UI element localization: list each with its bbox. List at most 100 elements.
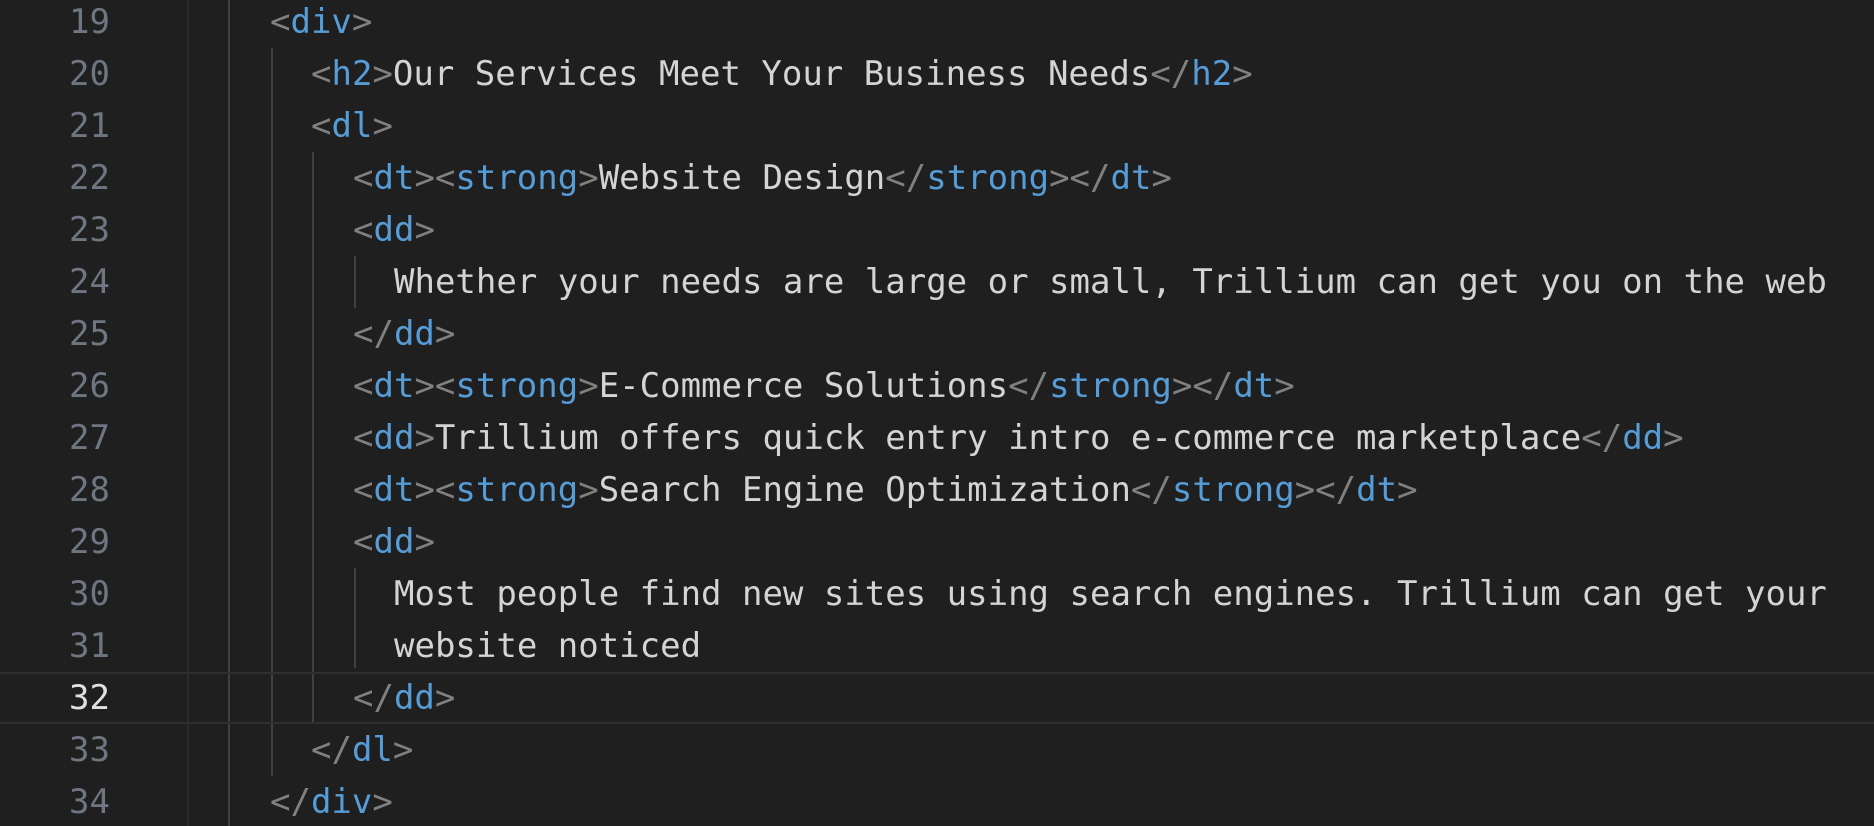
tag-name: dd	[373, 418, 415, 458]
code-line[interactable]: 30 Most people find new sites using searc…	[0, 568, 1874, 620]
tag-name: strong	[455, 366, 579, 406]
code-content: </dd>	[353, 308, 455, 360]
tag-name: h2	[331, 54, 373, 94]
code-content: <h2>Our Services Meet Your Business Need…	[311, 48, 1253, 100]
code-content: <dd>Trillium offers quick entry intro e-…	[353, 412, 1684, 464]
tag-name: dl	[351, 730, 393, 770]
tag-punctuation: >	[372, 106, 393, 146]
tag-name: dt	[373, 470, 415, 510]
tag-name: strong	[1049, 366, 1172, 406]
tag-punctuation: >	[372, 782, 393, 822]
code-content: Whether your needs are large or small, T…	[394, 256, 1827, 308]
code-line[interactable]: 32 </dd>	[0, 672, 1874, 724]
code-content: <dd>	[353, 516, 435, 568]
tag-punctuation: >	[578, 470, 599, 510]
tag-punctuation: >	[414, 522, 435, 562]
tag-name: strong	[926, 158, 1050, 198]
tag-punctuation: >	[351, 2, 373, 42]
code-line[interactable]: 34 </div>	[0, 776, 1874, 826]
tag-punctuation: >	[434, 678, 456, 718]
line-number: 27	[69, 418, 110, 458]
tag-punctuation: <	[353, 210, 374, 250]
text-token: Trillium offers quick entry intro e-comm…	[434, 418, 1582, 458]
tag-punctuation: >	[1151, 158, 1172, 198]
tag-name: dt	[1233, 366, 1275, 406]
text-token: Website Design	[598, 158, 886, 198]
tag-name: strong	[455, 470, 579, 510]
tag-name: dt	[373, 158, 415, 198]
tag-name: dd	[1622, 418, 1664, 458]
tag-punctuation: >	[434, 314, 456, 354]
code-line[interactable]: 23 <dd>	[0, 204, 1874, 256]
tag-name: dt	[1356, 470, 1398, 510]
tag-name: div	[310, 782, 373, 822]
tag-punctuation: ><	[414, 470, 456, 510]
tag-punctuation: ><	[414, 366, 456, 406]
tag-punctuation: <	[353, 158, 374, 198]
code-content: <dt><strong>E-Commerce Solutions</strong…	[353, 360, 1295, 412]
tag-punctuation: </	[1008, 366, 1050, 406]
code-content: <dl>	[311, 100, 393, 152]
code-content: </dl>	[311, 724, 413, 776]
code-content: website noticed	[394, 620, 701, 672]
tag-punctuation: <	[353, 470, 374, 510]
tag-punctuation: <	[353, 522, 374, 562]
tag-punctuation: </	[353, 678, 394, 718]
tag-punctuation: >	[414, 418, 435, 458]
tag-punctuation: >	[1232, 54, 1253, 94]
text-token: Our Services Meet Your Business Needs	[392, 54, 1151, 94]
tag-name: dd	[393, 314, 435, 354]
tag-punctuation: >	[372, 54, 393, 94]
code-line[interactable]: 20 <h2>Our Services Meet Your Business Ne…	[0, 48, 1874, 100]
text-token: Most people find new sites using search …	[394, 574, 1827, 614]
code-content: </dd>	[353, 674, 455, 722]
code-line[interactable]: 27 <dd>Trillium offers quick entry intro …	[0, 412, 1874, 464]
code-line[interactable]: 26 <dt><strong>E-Commerce Solutions</stro…	[0, 360, 1874, 412]
code-line[interactable]: 29 <dd>	[0, 516, 1874, 568]
line-number: 25	[69, 314, 110, 354]
code-line[interactable]: 25 </dd>	[0, 308, 1874, 360]
code-editor[interactable]: 19 <div> 20 <h2>Our Services Meet Your Busi…	[0, 0, 1874, 826]
tag-punctuation: </	[353, 314, 394, 354]
tag-punctuation: ></	[1294, 470, 1357, 510]
tag-punctuation: >	[1274, 366, 1295, 406]
tag-punctuation: >	[578, 366, 599, 406]
code-line[interactable]: 28 <dt><strong>Search Engine Optimization…	[0, 464, 1874, 516]
code-line[interactable]: 33 </dl>	[0, 724, 1874, 776]
code-content: <dt><strong>Search Engine Optimization</…	[353, 464, 1418, 516]
code-content: Most people find new sites using search …	[394, 568, 1827, 620]
line-number: 31	[69, 626, 110, 666]
line-number: 23	[69, 210, 110, 250]
code-line[interactable]: 19 <div>	[0, 0, 1874, 48]
tag-name: dt	[373, 366, 415, 406]
tag-name: strong	[455, 158, 579, 198]
tag-punctuation: >	[578, 158, 599, 198]
code-content: <div>	[270, 0, 372, 48]
tag-name: h2	[1191, 54, 1233, 94]
line-number: 34	[69, 782, 110, 822]
tag-punctuation: </	[1130, 470, 1172, 510]
line-number: 22	[69, 158, 110, 198]
text-token: Whether your needs are large or small, T…	[394, 262, 1827, 302]
line-number: 28	[69, 470, 110, 510]
code-line[interactable]: 22 <dt><strong>Website Design</strong></d…	[0, 152, 1874, 204]
tag-punctuation: >	[1663, 418, 1684, 458]
code-line[interactable]: 21 <dl>	[0, 100, 1874, 152]
code-content: <dt><strong>Website Design</strong></dt>	[353, 152, 1172, 204]
tag-punctuation: </	[885, 158, 927, 198]
code-line[interactable]: 24 Whether your needs are large or small,…	[0, 256, 1874, 308]
code-line[interactable]: 31 website noticed	[0, 620, 1874, 672]
tag-name: div	[290, 2, 352, 42]
tag-punctuation: </	[1150, 54, 1192, 94]
tag-punctuation: >	[1397, 470, 1418, 510]
tag-punctuation: ><	[414, 158, 456, 198]
code-content: </div>	[270, 776, 393, 826]
tag-punctuation: ></	[1049, 158, 1111, 198]
tag-punctuation: <	[311, 106, 332, 146]
tag-punctuation: <	[353, 366, 374, 406]
tag-name: dd	[373, 522, 415, 562]
tag-punctuation: >	[414, 210, 435, 250]
line-number: 32	[69, 678, 110, 718]
tag-name: dl	[331, 106, 373, 146]
tag-punctuation: </	[311, 730, 352, 770]
